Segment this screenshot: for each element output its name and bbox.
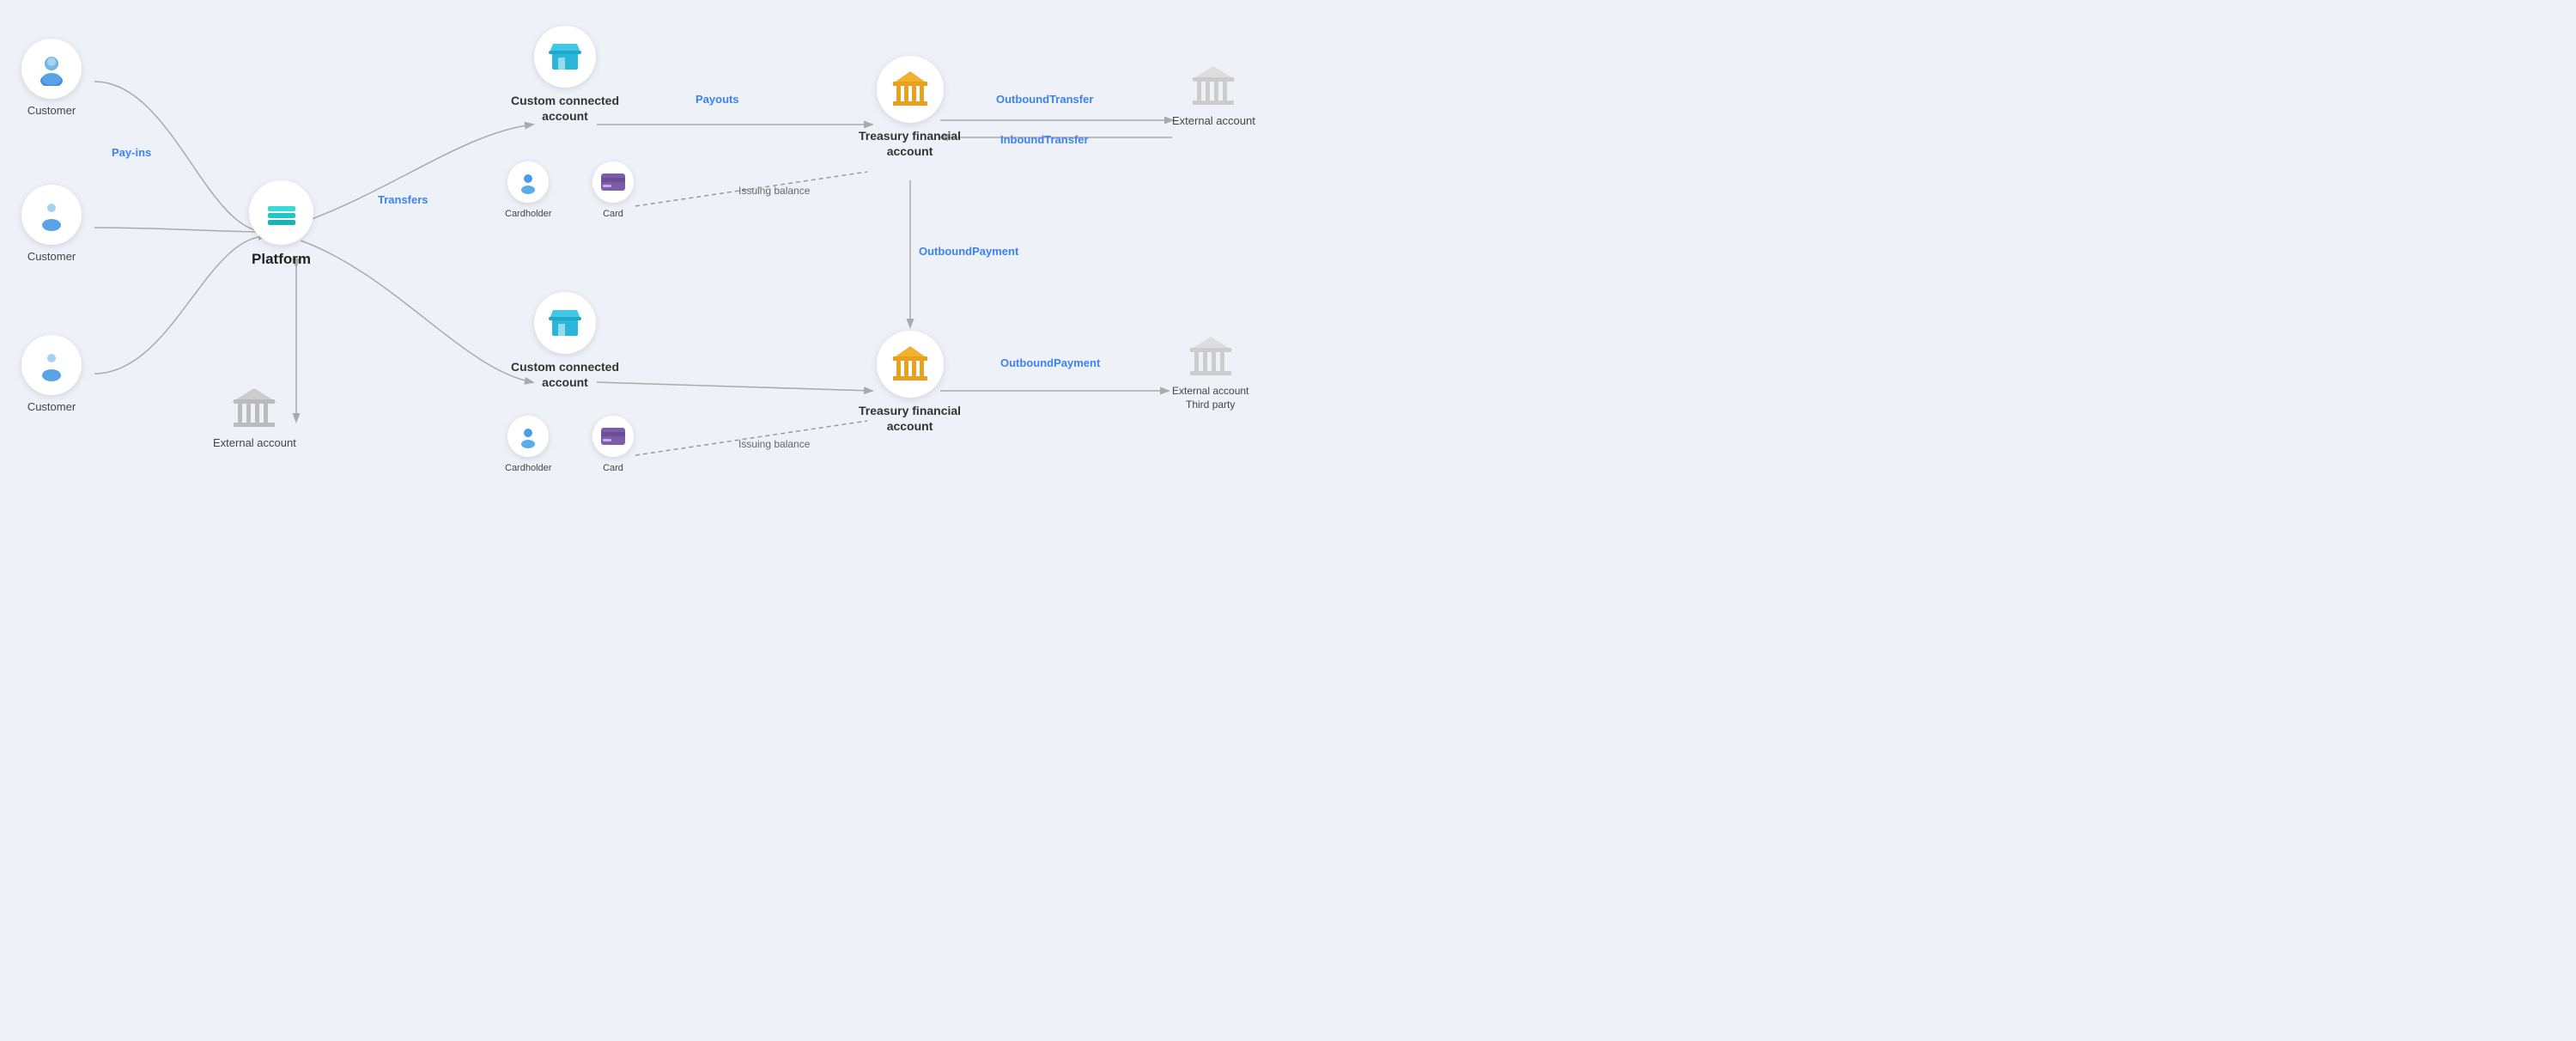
external-account-bottom-node: External account bbox=[213, 387, 296, 451]
cardholder-top-icon bbox=[507, 161, 549, 203]
store-bottom-icon bbox=[547, 305, 583, 341]
bank-bottom-icon bbox=[229, 387, 279, 431]
card-top-label: Card bbox=[603, 208, 623, 220]
card-bottom-icon bbox=[592, 416, 634, 457]
platform-label: Platform bbox=[252, 250, 311, 269]
bank-bottom2-icon bbox=[890, 345, 930, 383]
customer2-icon bbox=[21, 185, 82, 245]
customer1-label: Customer bbox=[27, 104, 76, 119]
outbound-payment-top-label: OutboundPayment bbox=[919, 245, 1018, 258]
bank-top-icon bbox=[890, 70, 930, 108]
connected-account-top-label: Custom connectedaccount bbox=[511, 93, 619, 124]
platform-node: Platform bbox=[249, 180, 313, 269]
inbound-transfer-label: InboundTransfer bbox=[1000, 133, 1089, 146]
customer3-node: Customer bbox=[21, 335, 82, 415]
cardholder-bottom-icon bbox=[507, 416, 549, 457]
customer3-icon bbox=[21, 335, 82, 395]
pay-ins-label: Pay-ins bbox=[112, 146, 151, 159]
connected-account-top-node: Custom connectedaccount bbox=[511, 26, 619, 124]
cardholder-bottom-person-icon bbox=[516, 424, 540, 448]
customer1-icon bbox=[21, 39, 82, 99]
treasury-top-node: Treasury financialaccount bbox=[859, 56, 961, 159]
issuing-balance-bottom-label: Issuing balance bbox=[738, 438, 810, 450]
card-bottom-svg bbox=[600, 427, 626, 446]
outbound-payment-bottom-label: OutboundPayment bbox=[1000, 356, 1100, 369]
person3-icon bbox=[34, 348, 69, 382]
treasury-bottom-node: Treasury financialaccount bbox=[859, 331, 961, 434]
shop-top-icon bbox=[534, 26, 596, 88]
bank-external-bottom-icon bbox=[1187, 335, 1235, 380]
card-top-icon bbox=[592, 161, 634, 203]
external-account-top-right-node: External account bbox=[1172, 64, 1255, 129]
external-account-bottom-right-label: External accountThird party bbox=[1172, 385, 1249, 411]
cardholder-top-label: Cardholder bbox=[505, 208, 551, 220]
customer3-label: Customer bbox=[27, 400, 76, 415]
connected-account-bottom-node: Custom connectedaccount bbox=[511, 292, 619, 390]
cardholder-bottom-node: Cardholder bbox=[505, 416, 551, 474]
transfers-label: Transfers bbox=[378, 193, 428, 206]
card-bottom-node: Card bbox=[592, 416, 634, 474]
layers-icon bbox=[263, 194, 301, 232]
card-top-svg bbox=[600, 173, 626, 192]
connections-svg bbox=[0, 0, 1288, 520]
outbound-transfer-label: OutboundTransfer bbox=[996, 93, 1093, 106]
issuing-balance-top-label: Issuing balance bbox=[738, 185, 810, 197]
cardholder-bottom-label: Cardholder bbox=[505, 462, 551, 474]
bank-external-top-icon bbox=[1189, 64, 1237, 109]
shop-bottom-icon bbox=[534, 292, 596, 354]
customer2-label: Customer bbox=[27, 250, 76, 265]
treasury-top-icon bbox=[877, 56, 944, 123]
platform-icon bbox=[249, 180, 313, 245]
payouts-label: Payouts bbox=[696, 93, 739, 106]
external-account-bottom-label: External account bbox=[213, 436, 296, 451]
external-account-bottom-right-node: External accountThird party bbox=[1172, 335, 1249, 411]
person2-icon bbox=[34, 198, 69, 232]
store-top-icon bbox=[547, 39, 583, 75]
treasury-top-label: Treasury financialaccount bbox=[859, 128, 961, 159]
treasury-bottom-icon bbox=[877, 331, 944, 398]
person-icon bbox=[34, 52, 69, 86]
cardholder-top-node: Cardholder bbox=[505, 161, 551, 220]
connected-account-bottom-label: Custom connectedaccount bbox=[511, 359, 619, 390]
card-bottom-label: Card bbox=[603, 462, 623, 474]
external-account-top-right-label: External account bbox=[1172, 114, 1255, 129]
customer1-node: Customer bbox=[21, 39, 82, 119]
card-top-node: Card bbox=[592, 161, 634, 220]
diagram-container: Pay-ins Transfers Payouts OutboundTransf… bbox=[0, 0, 1288, 520]
customer2-node: Customer bbox=[21, 185, 82, 265]
treasury-bottom-label: Treasury financialaccount bbox=[859, 403, 961, 434]
cardholder-top-person-icon bbox=[516, 170, 540, 194]
